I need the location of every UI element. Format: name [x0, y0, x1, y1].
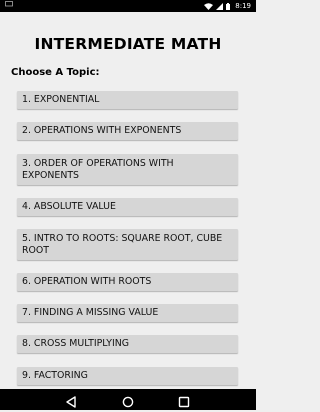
- battery-icon: [226, 2, 231, 10]
- status-bar: 8:19: [0, 0, 256, 12]
- back-triangle-icon[interactable]: [66, 393, 76, 412]
- tv-cast-icon: [0, 0, 204, 12]
- topic-button-intro-to-roots[interactable]: 5. INTRO TO ROOTS: SQUARE ROOT, CUBE ROO…: [17, 229, 238, 260]
- home-circle-icon[interactable]: [122, 393, 134, 412]
- navigation-bar: [0, 389, 256, 410]
- recents-square-icon[interactable]: [178, 393, 190, 412]
- status-time: 8:19: [235, 2, 251, 10]
- signal-icon: [216, 2, 224, 10]
- topic-button-cross-multiplying[interactable]: 8. CROSS MULTIPLYING: [17, 335, 238, 353]
- section-label: Choose A Topic:: [11, 67, 100, 78]
- page-title: INTERMEDIATE MATH: [34, 35, 222, 53]
- topic-button-exponential[interactable]: 1. EXPONENTIAL: [17, 91, 238, 109]
- topic-button-absolute-value[interactable]: 4. ABSOLUTE VALUE: [17, 198, 238, 216]
- topic-button-order-of-operations[interactable]: 3. ORDER OF OPERATIONS WITH EXPONENTS: [17, 154, 238, 185]
- topic-button-factoring[interactable]: 9. FACTORING: [17, 367, 238, 385]
- wifi-icon: [204, 2, 214, 10]
- topic-button-finding-missing-value[interactable]: 7. FINDING A MISSING VALUE: [17, 304, 238, 322]
- topic-button-operation-with-roots[interactable]: 6. OPERATION WITH ROOTS: [17, 273, 238, 291]
- topic-button-operations-with-exponents[interactable]: 2. OPERATIONS WITH EXPONENTS: [17, 122, 238, 140]
